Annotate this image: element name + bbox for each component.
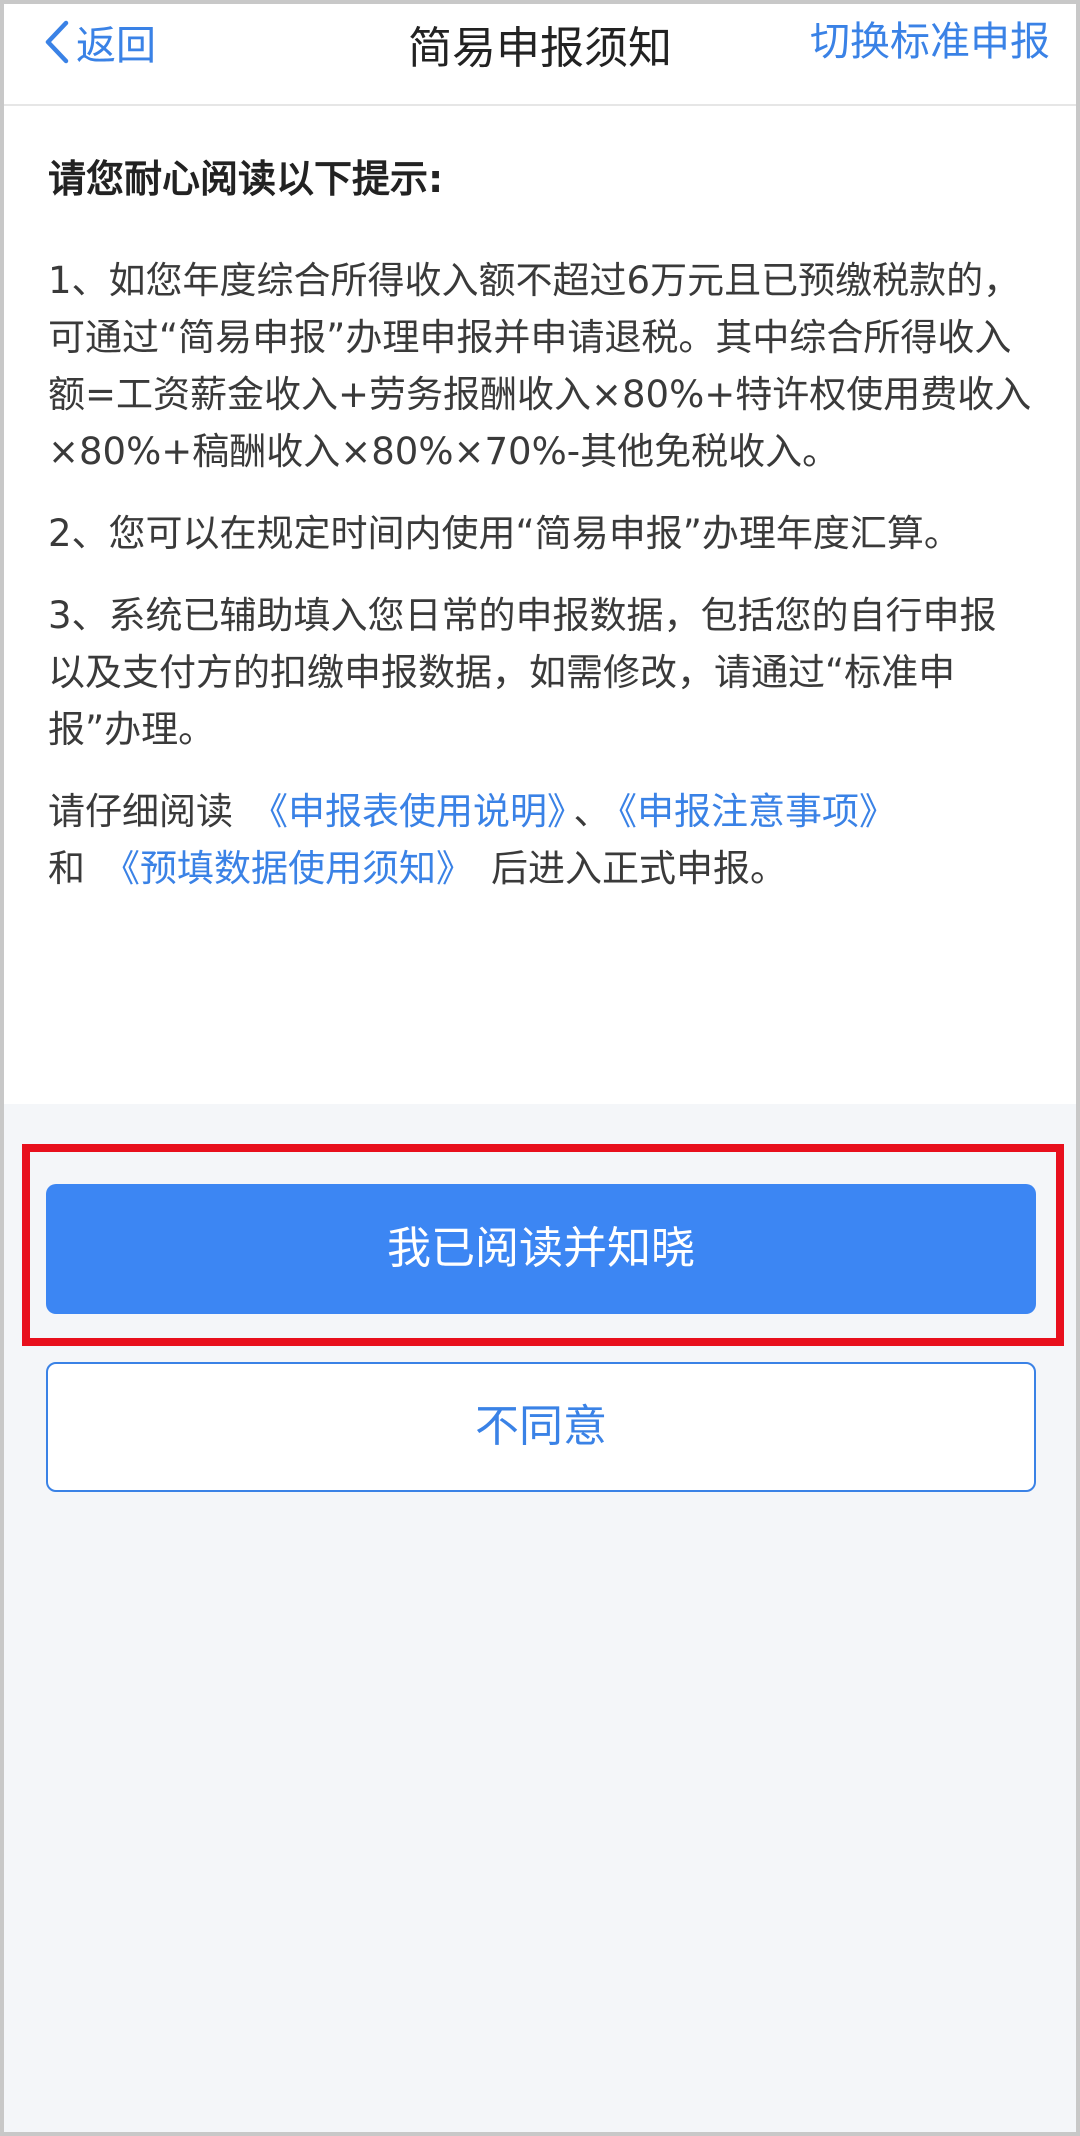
notice-item-2: 2、您可以在规定时间内使用“简易申报”办理年度汇算。 <box>48 512 961 555</box>
screen: 返回 简易申报须知 切换标准申报 请您耐心阅读以下提示: 1、如您年度综合所得收… <box>4 4 1076 2132</box>
links-prefix: 请仔细阅读 <box>48 790 233 833</box>
notice-item-1: 1、如您年度综合所得收入额不超过6万元且已预缴税款的，可通过“简易申报”办理申报… <box>48 259 1032 473</box>
prefilled-data-notice-link[interactable]: 《预填数据使用须知》 <box>103 847 473 890</box>
back-label: 返回 <box>76 23 156 69</box>
navigation-bar: 返回 简易申报须知 切换标准申报 <box>4 4 1076 106</box>
links-and: 和 <box>48 847 85 890</box>
notice-heading: 请您耐心阅读以下提示: <box>48 157 444 201</box>
chevron-left-icon <box>45 20 69 64</box>
links-separator: 、 <box>573 790 611 833</box>
form-instructions-link[interactable]: 《申报表使用说明》 <box>251 790 566 833</box>
notice-links-line: 请仔细阅读 《申报表使用说明》、《申报注意事项》和《预填数据使用须知》 后进入正式申… <box>48 783 1032 897</box>
disagree-button[interactable]: 不同意 <box>46 1362 1036 1492</box>
declaration-notes-link[interactable]: 《申报注意事项》 <box>619 790 897 833</box>
agree-button[interactable]: 我已阅读并知晓 <box>46 1184 1036 1314</box>
notice-item-3: 3、系统已辅助填入您日常的申报数据，包括您的自行申报以及支付方的扣缴申报数据，如… <box>48 594 997 751</box>
switch-standard-declaration-link[interactable]: 切换标准申报 <box>810 14 1050 70</box>
back-button[interactable]: 返回 <box>44 14 156 70</box>
links-suffix: 后进入正式申报。 <box>491 847 787 890</box>
notice-content: 请您耐心阅读以下提示: 1、如您年度综合所得收入额不超过6万元且已预缴税款的，可… <box>4 106 1076 1104</box>
